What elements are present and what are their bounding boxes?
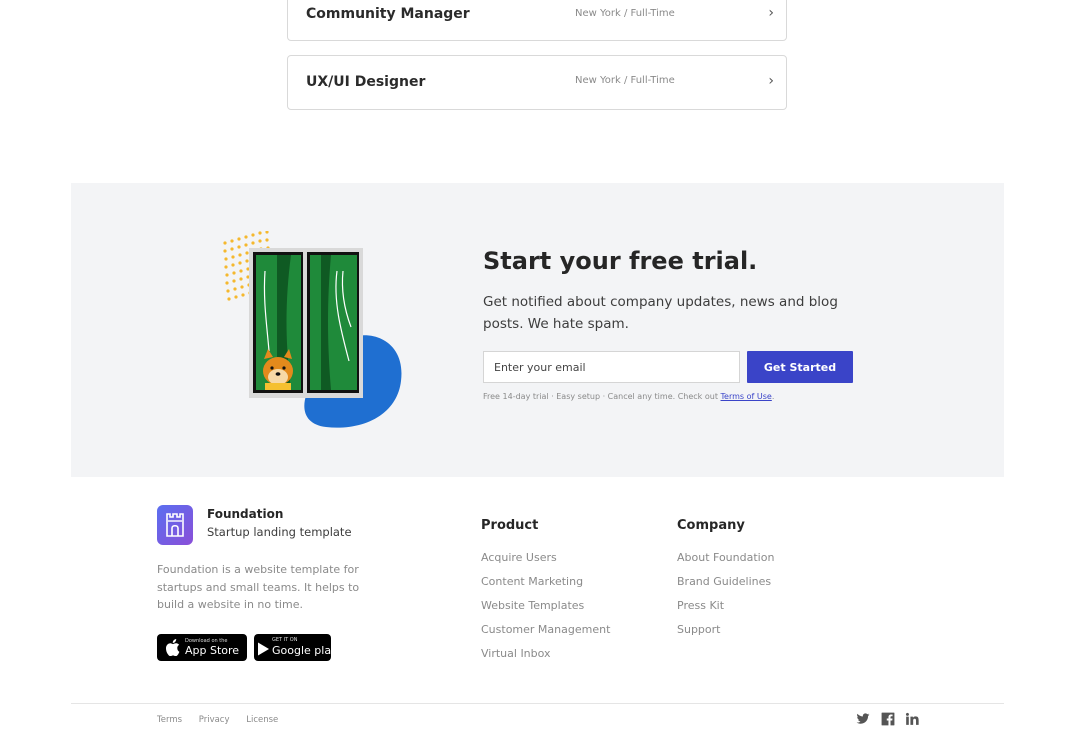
footer-link-acquire-users[interactable]: Acquire Users (481, 551, 610, 575)
foundation-logo[interactable] (157, 505, 193, 545)
legal-links: Terms Privacy License (157, 715, 292, 725)
company-links: About Foundation Brand Guidelines Press … (677, 551, 774, 647)
footer-link-virtual-inbox[interactable]: Virtual Inbox (481, 647, 610, 671)
job-card-community-manager[interactable]: Community Manager New York / Full-Time › (287, 0, 787, 41)
footer-link-website-templates[interactable]: Website Templates (481, 599, 610, 623)
footer-link-brand-guidelines[interactable]: Brand Guidelines (677, 575, 774, 599)
brand-tagline: Startup landing template (207, 525, 352, 539)
cta-description: Get notified about company updates, news… (483, 294, 838, 332)
job-meta: New York / Full-Time (575, 8, 675, 19)
chevron-right-icon: › (768, 73, 774, 89)
job-meta: New York / Full-Time (575, 75, 675, 86)
company-column-heading: Company (677, 518, 745, 533)
fine-print-text: Free 14-day trial · Easy setup · Cancel … (483, 392, 721, 401)
job-title: Community Manager (306, 6, 470, 22)
product-column-heading: Product (481, 518, 539, 533)
job-card-ux-ui-designer[interactable]: UX/UI Designer New York / Full-Time › (287, 55, 787, 110)
chevron-right-icon: › (768, 5, 774, 21)
get-started-button[interactable]: Get Started (747, 351, 853, 383)
trial-fine-print: Free 14-day trial · Easy setup · Cancel … (483, 392, 774, 401)
apple-icon (165, 639, 180, 656)
linkedin-icon[interactable] (905, 712, 919, 726)
brand-name: Foundation (207, 507, 284, 521)
footer-link-about-foundation[interactable]: About Foundation (677, 551, 774, 575)
facebook-icon[interactable] (881, 712, 895, 726)
castle-icon (166, 513, 184, 537)
brand-description: Foundation is a website template for sta… (157, 563, 360, 611)
play-triangle-icon (258, 642, 269, 656)
legal-link-license[interactable]: License (246, 715, 278, 725)
job-title: UX/UI Designer (306, 74, 426, 90)
product-links: Acquire Users Content Marketing Website … (481, 551, 610, 671)
footer-link-content-marketing[interactable]: Content Marketing (481, 575, 610, 599)
cta-heading: Start your free trial. (483, 247, 758, 275)
legal-link-privacy[interactable]: Privacy (199, 715, 230, 725)
app-store-badge[interactable]: Download on the App Store (157, 634, 247, 661)
google-play-small-text: GET IT ON (272, 637, 298, 643)
footer-link-customer-management[interactable]: Customer Management (481, 623, 610, 647)
email-field[interactable] (483, 351, 740, 383)
window-dog-illustration (223, 231, 402, 428)
google-play-big-text: Google play (272, 644, 338, 657)
fine-print-end: . (771, 392, 775, 401)
footer-link-support[interactable]: Support (677, 623, 774, 647)
twitter-icon[interactable] (856, 712, 870, 726)
footer-divider (71, 703, 1004, 704)
google-play-badge[interactable]: GET IT ON Google play (254, 634, 338, 661)
free-trial-section: Start your free trial. Get notified abou… (71, 183, 1004, 477)
terms-of-use-link[interactable]: Terms of Use (721, 392, 772, 401)
app-store-big-text: App Store (185, 644, 240, 657)
legal-link-terms[interactable]: Terms (157, 715, 182, 725)
footer-link-press-kit[interactable]: Press Kit (677, 599, 774, 623)
